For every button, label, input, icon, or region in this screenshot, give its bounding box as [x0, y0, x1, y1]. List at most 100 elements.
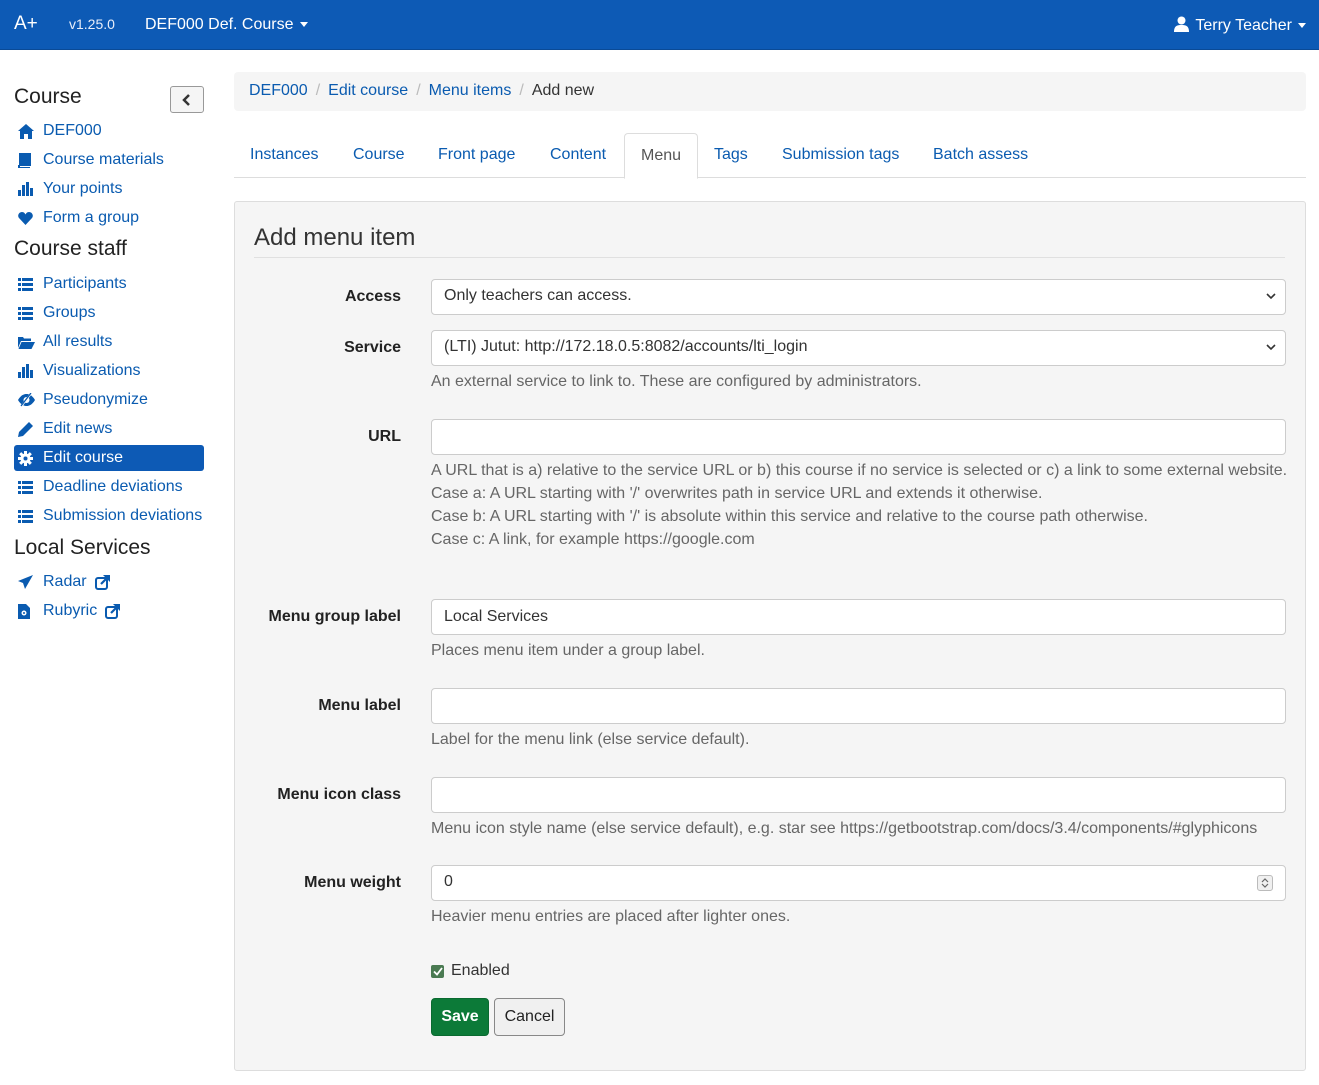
breadcrumb-link-def000[interactable]: DEF000 — [249, 82, 308, 99]
sidebar-item-edit-course[interactable]: Edit course — [14, 445, 204, 471]
caret-down-icon — [1298, 23, 1306, 29]
menu-icon-class-help: Menu icon style name (else service defau… — [431, 820, 1258, 837]
enabled-checkbox-row: Enabled — [431, 962, 510, 980]
sidebar-item-participants[interactable]: Participants — [14, 271, 204, 297]
folder-open-icon — [18, 334, 38, 350]
save-button[interactable]: Save — [431, 998, 489, 1036]
external-link-icon — [94, 574, 110, 590]
sidebar-item-deadline-deviations[interactable]: Deadline deviations — [14, 474, 204, 500]
tab-course[interactable]: Course — [337, 133, 421, 178]
sidebar-item-label: Submission deviations — [43, 507, 203, 524]
collapse-sidebar-button[interactable] — [170, 86, 204, 113]
menu-weight-value: 0 — [444, 873, 453, 890]
sidebar-item-label: Participants — [43, 275, 127, 292]
top-navbar: A+ v1.25.0 DEF000 Def. Course Terry Teac… — [0, 0, 1319, 50]
check-icon — [432, 966, 443, 976]
url-input[interactable] — [431, 419, 1286, 455]
tab-front-page[interactable]: Front page — [422, 133, 531, 178]
user-menu[interactable]: Terry Teacher — [1174, 16, 1306, 35]
url-help-line: Case a: A URL starting with '/' overwrit… — [431, 485, 1043, 502]
menu-label-help: Label for the menu link (else service de… — [431, 731, 750, 748]
menu-label-input[interactable] — [431, 688, 1286, 724]
sidebar-item-label: Deadline deviations — [43, 478, 183, 495]
sidebar-item-rubyric[interactable]: Rubyric — [14, 598, 204, 624]
breadcrumb-separator: / — [416, 82, 421, 99]
breadcrumb-separator: / — [315, 82, 321, 99]
sidebar-item-groups[interactable]: Groups — [14, 300, 204, 326]
tab-tags[interactable]: Tags — [698, 133, 764, 178]
caret-down-icon — [299, 22, 308, 28]
user-name: Terry Teacher — [1195, 17, 1292, 34]
course-dropdown[interactable]: DEF000 Def. Course — [145, 16, 308, 34]
sidebar-item-edit-news[interactable]: Edit news — [14, 416, 204, 442]
sidebar-item-label: Edit course — [43, 449, 124, 466]
edit-course-tabs: Instances Course Front page Content Menu… — [234, 133, 1306, 179]
chevron-down-icon — [1266, 344, 1276, 351]
course-dropdown-label: DEF000 Def. Course — [145, 16, 294, 33]
access-select[interactable]: Only teachers can access. — [431, 279, 1286, 315]
breadcrumb-link-menu-items[interactable]: Menu items — [429, 82, 512, 99]
cog-icon — [18, 450, 38, 466]
number-spinner[interactable] — [1257, 875, 1273, 891]
sidebar-item-submission-deviations[interactable]: Submission deviations — [14, 503, 204, 529]
send-icon — [18, 574, 38, 590]
tab-batch-assess[interactable]: Batch assess — [917, 133, 1044, 178]
course-staff-heading: Course staff — [14, 237, 127, 260]
list-icon — [18, 479, 38, 495]
menu-label-label: Menu label — [318, 697, 401, 714]
menu-weight-input[interactable]: 0 — [431, 865, 1286, 901]
menu-weight-label: Menu weight — [304, 874, 401, 891]
sidebar-item-label: Edit news — [43, 420, 113, 437]
breadcrumb-link-edit-course[interactable]: Edit course — [328, 82, 408, 99]
url-help-line: Case c: A link, for example https://goog… — [431, 531, 755, 548]
tab-submission-tags[interactable]: Submission tags — [766, 133, 915, 178]
list-icon — [18, 276, 38, 292]
chevron-left-icon — [182, 93, 190, 106]
service-help: An external service to link to. These ar… — [431, 373, 922, 390]
sidebar-item-form-a-group[interactable]: Form a group — [14, 205, 204, 231]
stats-icon — [18, 181, 38, 197]
cancel-button[interactable]: Cancel — [494, 998, 565, 1036]
chevron-down-icon — [1266, 293, 1276, 300]
sidebar-item-course-materials[interactable]: Course materials — [14, 147, 204, 173]
service-select[interactable]: (LTI) Jutut: http://172.18.0.5:8082/acco… — [431, 330, 1286, 366]
service-label: Service — [344, 339, 401, 356]
breadcrumb-separator: / — [519, 82, 524, 99]
menu-group-label-label: Menu group label — [268, 608, 401, 625]
menu-icon-class-label: Menu icon class — [277, 786, 401, 803]
breadcrumb: DEF000 / Edit course / Menu items / Add new — [234, 72, 1306, 111]
enabled-checkbox[interactable] — [431, 964, 444, 978]
brand-logo[interactable]: A+ — [14, 13, 38, 35]
sidebar-item-all-results[interactable]: All results — [14, 329, 204, 355]
sidebar-item-label: Your points — [43, 180, 123, 197]
sidebar-item-label: All results — [43, 333, 113, 350]
sidebar-item-label: DEF000 — [43, 122, 102, 139]
tab-instances[interactable]: Instances — [234, 133, 334, 178]
menu-group-label-input[interactable] — [431, 599, 1286, 635]
local-services-heading: Local Services — [14, 536, 151, 559]
url-label: URL — [368, 428, 401, 445]
sidebar-item-label: Visualizations — [43, 362, 141, 379]
sidebar-item-radar[interactable]: Radar — [14, 569, 204, 595]
book-icon — [18, 152, 38, 168]
sidebar-item-label: Radar — [43, 573, 87, 590]
sidebar-item-visualizations[interactable]: Visualizations — [14, 358, 204, 384]
sidebar-item-def000[interactable]: DEF000 — [14, 118, 204, 144]
url-help-line: A URL that is a) relative to the service… — [431, 462, 1288, 479]
sidebar-item-pseudonymize[interactable]: Pseudonymize — [14, 387, 204, 413]
sidebar-item-your-points[interactable]: Your points — [14, 176, 204, 202]
sidebar-item-label: Course materials — [43, 151, 164, 168]
heart-icon — [18, 210, 38, 226]
eye-slash-icon — [18, 392, 38, 408]
list-icon — [18, 305, 38, 321]
stats-icon — [18, 363, 38, 379]
sidebar-item-label: Rubyric — [43, 602, 98, 619]
access-label: Access — [344, 288, 401, 305]
service-select-value: (LTI) Jutut: http://172.18.0.5:8082/acco… — [444, 338, 808, 355]
tab-menu[interactable]: Menu — [624, 133, 699, 179]
enabled-label[interactable]: Enabled — [451, 962, 510, 980]
url-help: A URL that is a) relative to the service… — [431, 459, 1291, 551]
spinner-arrows-icon — [1261, 878, 1269, 888]
tab-content[interactable]: Content — [534, 133, 622, 178]
menu-icon-class-input[interactable] — [431, 777, 1286, 813]
